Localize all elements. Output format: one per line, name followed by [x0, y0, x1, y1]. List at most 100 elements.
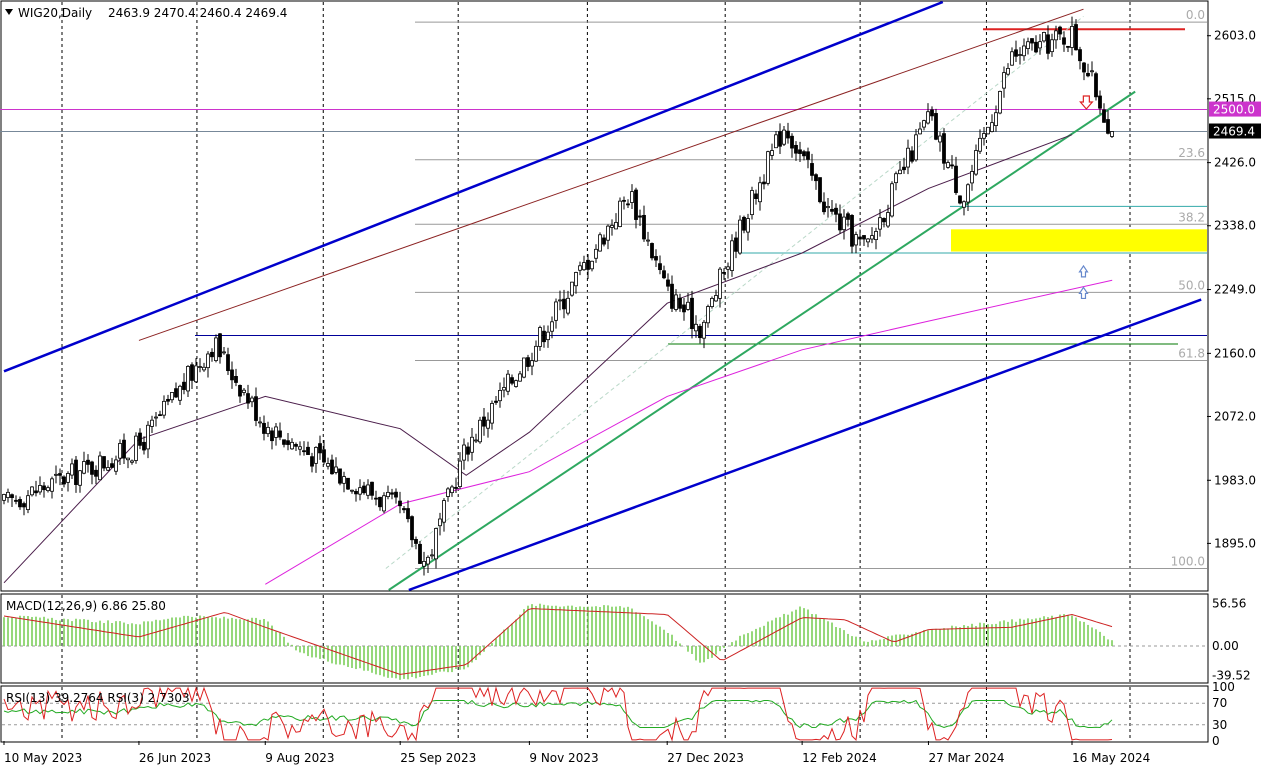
moving-average-line [265, 279, 1113, 585]
candle-body [190, 364, 194, 381]
time-tick-label: 9 Nov 2023 [529, 751, 598, 765]
candle-body [530, 360, 534, 367]
ohlc-values: 2463.9 2470.4 2460.4 2469.4 [108, 6, 287, 20]
candle-body [1106, 119, 1110, 134]
candle-body [58, 473, 62, 476]
candle-body [102, 456, 106, 469]
candle-body [338, 468, 342, 484]
candle-body [958, 195, 962, 204]
candle-body [302, 450, 306, 453]
price-tick-label: 2160.0 [1214, 346, 1256, 360]
arrow-marker [1078, 286, 1089, 300]
candle-body [1026, 41, 1030, 49]
candle-body [830, 208, 834, 212]
candle-body [658, 263, 662, 271]
candle-body [314, 447, 318, 464]
moving-average-line [3, 134, 1073, 584]
time-tick-label: 27 Dec 2023 [667, 751, 744, 765]
arrow-marker [1079, 95, 1094, 110]
candle-body [262, 422, 266, 434]
candle-body [582, 262, 586, 271]
fib-level-label: 0.0 [1186, 8, 1205, 22]
candle-body [746, 218, 750, 233]
candle-body [990, 122, 994, 132]
candle-body [630, 191, 634, 203]
macd-signal-line [3, 608, 1113, 675]
candle-body [446, 488, 450, 497]
price-tick-label: 2338.0 [1214, 219, 1256, 233]
candle-body [714, 295, 718, 302]
candle-body [458, 460, 462, 488]
candle-body [674, 294, 678, 310]
candle-body [870, 235, 874, 240]
candle-body [158, 414, 162, 417]
candle-body [414, 539, 418, 544]
support-zone [951, 229, 1207, 252]
candle-body [362, 485, 366, 494]
candle-body [994, 112, 998, 127]
candle-body [810, 163, 814, 176]
candle-body [270, 430, 274, 442]
candle-body [470, 436, 474, 453]
candle-body [186, 366, 190, 392]
candle-body [10, 494, 14, 498]
candle-body [1098, 95, 1102, 109]
candle-body [154, 416, 158, 419]
candle-body [766, 151, 770, 184]
price-tick-label: 2426.0 [1214, 156, 1256, 170]
candle-body [318, 443, 322, 454]
candle-body [858, 236, 862, 240]
candle-body [266, 426, 270, 435]
candle-body [606, 225, 610, 241]
candle-body [258, 421, 262, 424]
candle-body [142, 441, 146, 451]
chart-menu-triangle-icon[interactable] [5, 9, 13, 15]
candle-body [922, 120, 926, 128]
candle-body [286, 440, 290, 445]
candle-body [90, 461, 94, 475]
candle-body [762, 181, 766, 185]
candle-body [758, 182, 762, 203]
candle-body [682, 304, 686, 313]
candle-body [910, 150, 914, 162]
rsi-tick-label: 30 [1212, 718, 1227, 732]
candle-body [998, 91, 1002, 114]
candle-body [274, 426, 278, 438]
candle-body [194, 365, 198, 383]
candle-body [426, 556, 430, 565]
candle-body [930, 109, 934, 117]
candle-body [566, 297, 570, 314]
candle-body [834, 207, 838, 215]
trading-chart[interactable]: 0.023.638.250.061.8100.0 2603.02515.0242… [0, 0, 1272, 771]
price-tick-label: 1895.0 [1214, 536, 1256, 550]
candle-body [2, 494, 6, 501]
candle-body [1042, 32, 1046, 42]
candle-body [98, 455, 102, 481]
candle-body [282, 439, 286, 445]
candle-body [550, 321, 554, 332]
candle-body [210, 351, 214, 358]
candle-body [1006, 67, 1010, 75]
candle-body [162, 400, 166, 416]
candle-body [874, 231, 878, 241]
candle-body [234, 375, 238, 383]
candle-body [978, 137, 982, 152]
candle-body [50, 478, 54, 492]
candle-body [74, 459, 78, 485]
candle-body [1002, 72, 1006, 89]
candle-body [926, 111, 930, 124]
moving-averages [3, 134, 1113, 585]
candle-body [242, 389, 246, 393]
candle-body [1038, 41, 1042, 49]
candle-body [602, 237, 606, 245]
candle-body [818, 177, 822, 203]
candle-body [166, 398, 170, 402]
candle-body [778, 131, 782, 147]
candle-body [802, 151, 806, 157]
time-tick-label: 9 Aug 2023 [265, 751, 334, 765]
candle-body [678, 297, 682, 309]
candle-body [866, 238, 870, 243]
candle-body [150, 419, 154, 427]
candle-body [950, 164, 954, 167]
candle-body [842, 216, 846, 231]
